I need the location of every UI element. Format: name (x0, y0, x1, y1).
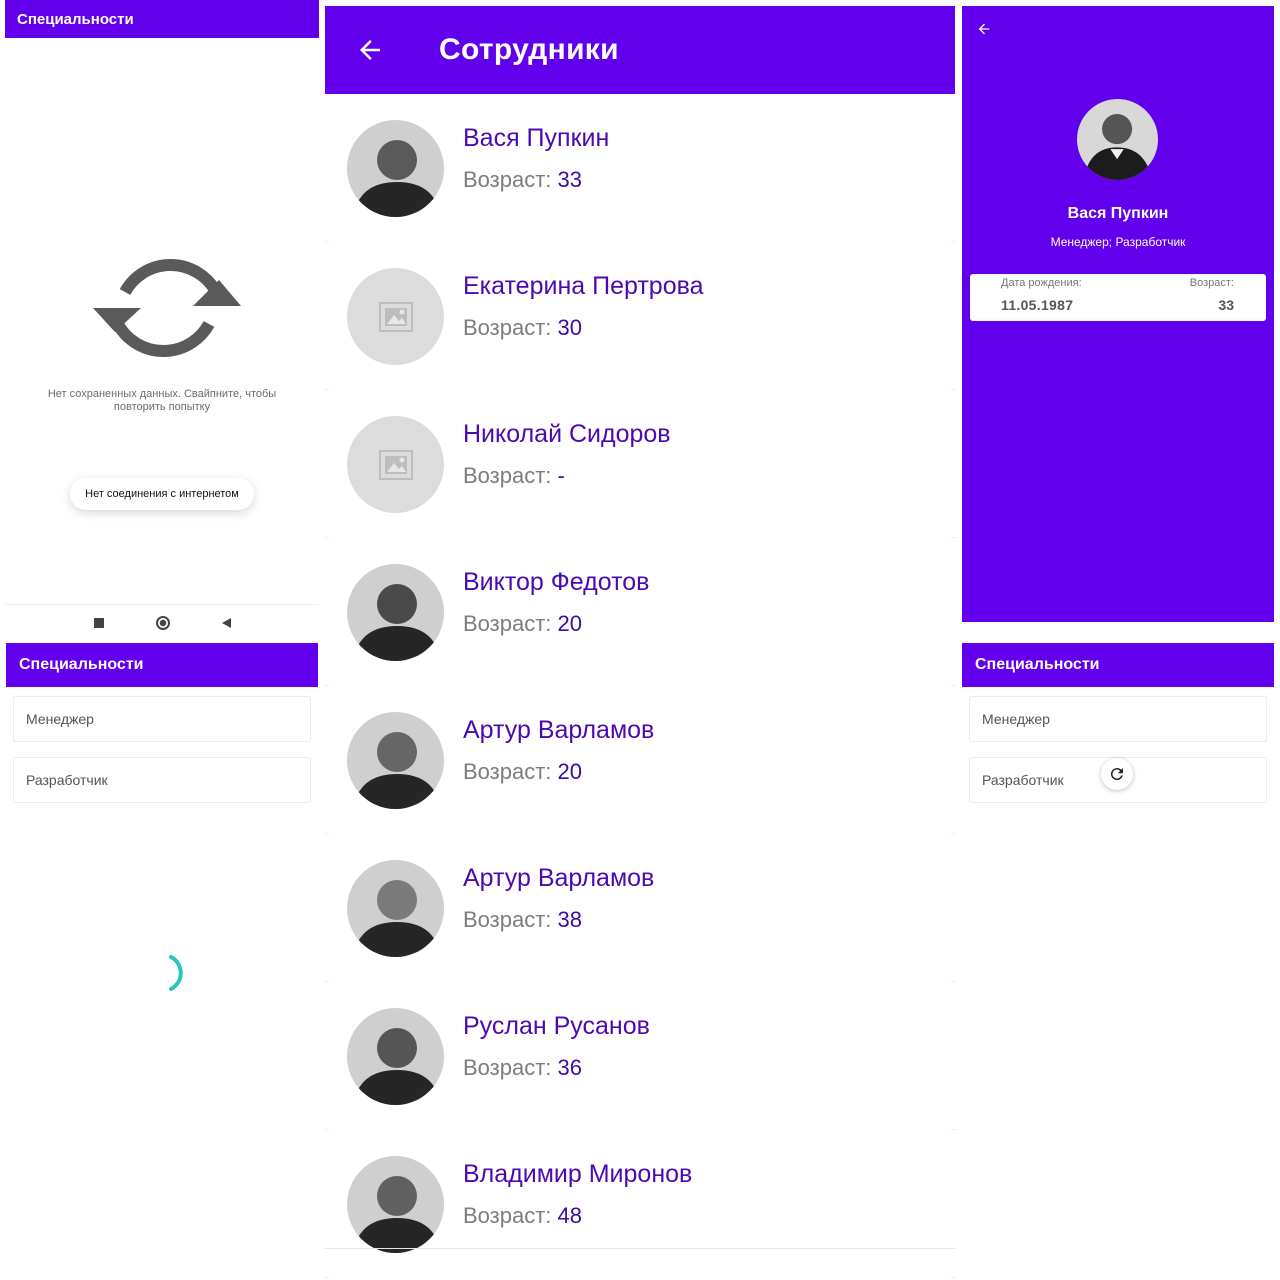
specialties-loading-screen: Специальности Менеджер Разработчик (6, 643, 318, 1280)
age-value: 20 (557, 611, 583, 636)
specialty-item-manager[interactable]: Менеджер (969, 696, 1267, 742)
avatar (347, 860, 444, 957)
age-label: Возраст: (1189, 277, 1234, 289)
recents-icon[interactable] (93, 617, 104, 628)
avatar-placeholder-icon (347, 416, 444, 513)
screen-title: Специальности (975, 656, 1100, 673)
avatar (347, 712, 444, 809)
app-bar: Специальности (6, 643, 318, 687)
system-nav-bar (5, 604, 319, 640)
birth-date-value: 11.05.1987 (1001, 297, 1074, 313)
age-value: 33 (557, 167, 583, 192)
pull-refresh-indicator[interactable] (1101, 758, 1133, 790)
avatar (1077, 99, 1158, 180)
app-bar: Сотрудники (325, 6, 955, 94)
employee-age: Возраст: 48 (463, 1203, 582, 1229)
employee-row[interactable]: Владимир Миронов Возраст: 48 (325, 1130, 955, 1278)
age-value: 38 (557, 907, 583, 932)
employee-row[interactable]: Николай Сидоров Возраст: - (325, 390, 955, 538)
age-value: 33 (1218, 297, 1234, 313)
avatar-placeholder-icon (347, 268, 444, 365)
employee-row[interactable]: Руслан Русанов Возраст: 36 (325, 982, 955, 1130)
employee-name: Виктор Федотов (463, 568, 650, 596)
employees-screen: Сотрудники Вася Пупкин Возраст: 33 Екатери… (325, 6, 955, 1280)
employee-name: Вася Пупкин (463, 124, 610, 152)
no-data-message: Нет сохраненных данных. Свайпните, чтобы… (47, 388, 277, 413)
employee-list: Вася Пупкин Возраст: 33 Екатерина Пертрова… (325, 94, 955, 1278)
age-label: Возраст: (463, 611, 558, 636)
row-divider (325, 1277, 955, 1278)
loading-spinner-icon (169, 955, 183, 991)
info-card: Дата рождения: 11.05.1987 Возраст: 33 (970, 274, 1266, 321)
divider (325, 1248, 955, 1249)
employee-age: Возраст: 30 (463, 315, 582, 341)
avatar (347, 564, 444, 661)
age-label: Возраст: (463, 1055, 558, 1080)
employee-name: Артур Варламов (463, 716, 655, 744)
employee-detail-screen: Вася Пупкин Менеджер; Разработчик Дата р… (962, 6, 1274, 622)
employee-row[interactable]: Екатерина Пертрова Возраст: 30 (325, 242, 955, 390)
back-nav-icon[interactable] (221, 617, 231, 628)
specialty-item-manager[interactable]: Менеджер (13, 696, 311, 742)
offline-screen: Специальности Нет сохраненных данных. Св… (5, 0, 319, 640)
age-label: Возраст: (463, 759, 558, 784)
app-bar: Специальности (962, 643, 1274, 687)
employee-name: Николай Сидоров (463, 420, 671, 448)
specialties-refresh-screen: Специальности Менеджер Разработчик (962, 643, 1274, 1280)
refresh-icon (1110, 768, 1123, 781)
specialty-item-developer[interactable]: Разработчик (13, 757, 311, 803)
employee-age: Возраст: 33 (463, 167, 582, 193)
age-value: 36 (557, 1055, 583, 1080)
employee-name: Владимир Миронов (463, 1160, 693, 1188)
home-icon[interactable] (155, 615, 170, 630)
employee-age: Возраст: 36 (463, 1055, 582, 1081)
employee-name: Артур Варламов (463, 864, 655, 892)
employee-age: Возраст: 20 (463, 611, 582, 637)
age-label: Возраст: (463, 463, 558, 488)
arrow-back-icon[interactable] (355, 35, 385, 65)
age-value: - (557, 463, 565, 488)
avatar (347, 1156, 444, 1253)
employee-row[interactable]: Артур Варламов Возраст: 20 (325, 686, 955, 834)
employee-row[interactable]: Вася Пупкин Возраст: 33 (325, 94, 955, 242)
refresh-icon[interactable] (89, 250, 245, 366)
screen-title: Сотрудники (439, 33, 619, 66)
employee-row[interactable]: Виктор Федотов Возраст: 20 (325, 538, 955, 686)
avatar (347, 1008, 444, 1105)
app-bar: Специальности (5, 0, 319, 38)
birth-date-label: Дата рождения: (1001, 277, 1082, 289)
employee-name: Руслан Русанов (463, 1012, 650, 1040)
no-connection-toast: Нет соединения с интернетом (70, 478, 254, 510)
age-label: Возраст: (463, 315, 558, 340)
age-value: 30 (557, 315, 583, 340)
age-value: 48 (557, 1203, 583, 1228)
age-label: Возраст: (463, 1203, 558, 1228)
employee-name: Екатерина Пертрова (463, 272, 704, 300)
employee-age: Возраст: 38 (463, 907, 582, 933)
employee-name: Вася Пупкин (1067, 205, 1169, 222)
arrow-back-icon[interactable] (976, 21, 992, 37)
age-value: 20 (557, 759, 583, 784)
employee-row[interactable]: Артур Варламов Возраст: 38 (325, 834, 955, 982)
age-label: Возраст: (463, 907, 558, 932)
avatar (347, 120, 444, 217)
employee-age: Возраст: - (463, 463, 565, 489)
screen-title: Специальности (17, 10, 134, 28)
employee-age: Возраст: 20 (463, 759, 582, 785)
screen-title: Специальности (19, 656, 144, 673)
age-label: Возраст: (463, 167, 558, 192)
employee-roles: Менеджер; Разработчик (1050, 235, 1186, 249)
